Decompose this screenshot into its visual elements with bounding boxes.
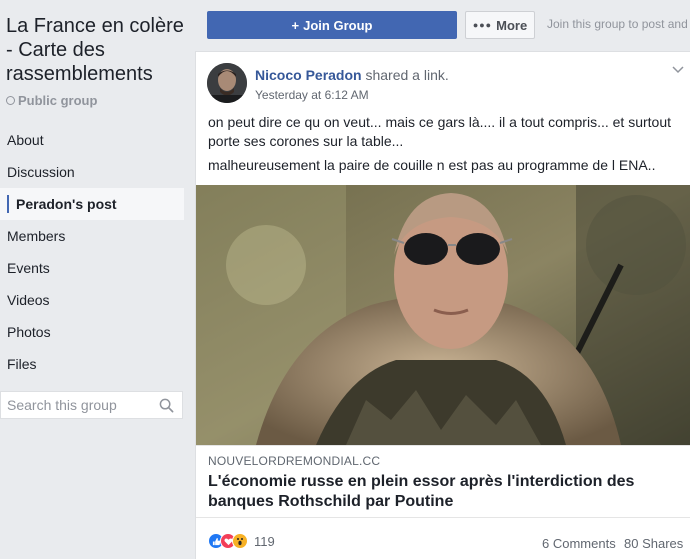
post-footer: 119 6 Comments 80 Shares xyxy=(196,517,690,559)
group-type: Public group xyxy=(6,93,97,108)
group-nav: About Discussion Peradon's post Members … xyxy=(0,124,184,380)
more-dots-icon: ●●● xyxy=(472,20,493,30)
group-sidebar: La France en colère - Carte des rassembl… xyxy=(0,0,193,559)
nav-item-members[interactable]: Members xyxy=(0,220,184,252)
search-icon[interactable] xyxy=(159,398,174,413)
nav-item-post[interactable]: Peradon's post xyxy=(0,188,184,220)
chevron-down-icon[interactable] xyxy=(672,66,684,74)
join-group-button[interactable]: + Join Group xyxy=(207,11,457,39)
shares-count-link[interactable]: 80 Shares xyxy=(624,536,683,551)
link-preview-meta[interactable]: NOUVELORDREMONDIAL.CC L'économie russe e… xyxy=(196,445,690,517)
link-preview-image[interactable] xyxy=(196,185,690,445)
link-title[interactable]: L'économie russe en plein essor après l'… xyxy=(208,472,678,512)
globe-icon xyxy=(6,96,15,105)
join-group-label: Join Group xyxy=(303,17,373,33)
join-hint-text: Join this group to post and xyxy=(547,17,688,31)
reactions-count: 119 xyxy=(254,533,275,549)
group-type-label: Public group xyxy=(18,93,98,108)
nav-item-about[interactable]: About xyxy=(0,124,184,156)
link-domain: NOUVELORDREMONDIAL.CC xyxy=(208,454,381,468)
avatar-photo xyxy=(207,63,247,103)
reactions-summary[interactable]: 119 xyxy=(208,533,275,549)
wow-reaction-icon xyxy=(232,533,248,549)
post-author-line: Nicoco Peradon shared a link. xyxy=(255,67,449,83)
link-photo xyxy=(196,185,690,445)
group-title[interactable]: La France en colère - Carte des rassembl… xyxy=(6,14,192,86)
nav-item-photos[interactable]: Photos xyxy=(0,316,184,348)
more-button[interactable]: ●●● More xyxy=(465,11,535,39)
group-search xyxy=(0,391,183,419)
comments-count-link[interactable]: 6 Comments xyxy=(542,536,616,551)
post-text-line-1: on peut dire ce qu on veut... mais ce ga… xyxy=(208,114,672,149)
post-action: shared a link. xyxy=(365,67,449,83)
plus-icon: + xyxy=(291,17,300,33)
nav-item-files[interactable]: Files xyxy=(0,348,184,380)
author-name[interactable]: Nicoco Peradon xyxy=(255,67,362,83)
nav-item-videos[interactable]: Videos xyxy=(0,284,184,316)
more-label: More xyxy=(496,17,528,33)
author-avatar[interactable] xyxy=(207,63,247,103)
post-text-line-2: malheureusement la paire de couille n es… xyxy=(208,157,656,173)
post-card: Nicoco Peradon shared a link. Yesterday … xyxy=(195,51,690,559)
post-timestamp[interactable]: Yesterday at 6:12 AM xyxy=(255,88,369,102)
nav-item-discussion[interactable]: Discussion xyxy=(0,156,184,188)
group-search-input[interactable] xyxy=(7,397,152,413)
nav-item-events[interactable]: Events xyxy=(0,252,184,284)
